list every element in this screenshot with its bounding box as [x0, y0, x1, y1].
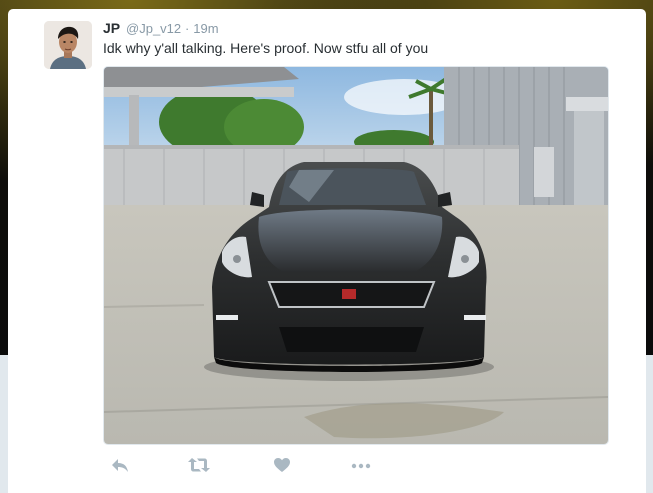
tweet-actions: [103, 457, 403, 477]
timestamp[interactable]: 19m: [193, 21, 218, 36]
retweet-button[interactable]: [188, 457, 210, 477]
like-icon: [274, 458, 290, 472]
separator-dot: ·: [185, 21, 190, 36]
reply-button[interactable]: [111, 457, 129, 477]
avatar[interactable]: [44, 21, 92, 69]
more-button[interactable]: [351, 457, 371, 477]
tweet-text: Idk why y'all talking. Here's proof. Now…: [103, 40, 429, 56]
author-handle[interactable]: @Jp_v12: [126, 21, 181, 36]
more-icon: [351, 463, 371, 469]
retweet-icon: [188, 458, 210, 472]
author-name[interactable]: JP: [103, 20, 120, 36]
like-button[interactable]: [273, 457, 291, 477]
tweet-photo[interactable]: [103, 66, 609, 445]
tweet-header: JP @Jp_v12 · 19m: [103, 20, 219, 37]
reply-icon: [112, 459, 128, 472]
tweet-card[interactable]: JP @Jp_v12 · 19m Idk why y'all talking. …: [8, 9, 646, 493]
